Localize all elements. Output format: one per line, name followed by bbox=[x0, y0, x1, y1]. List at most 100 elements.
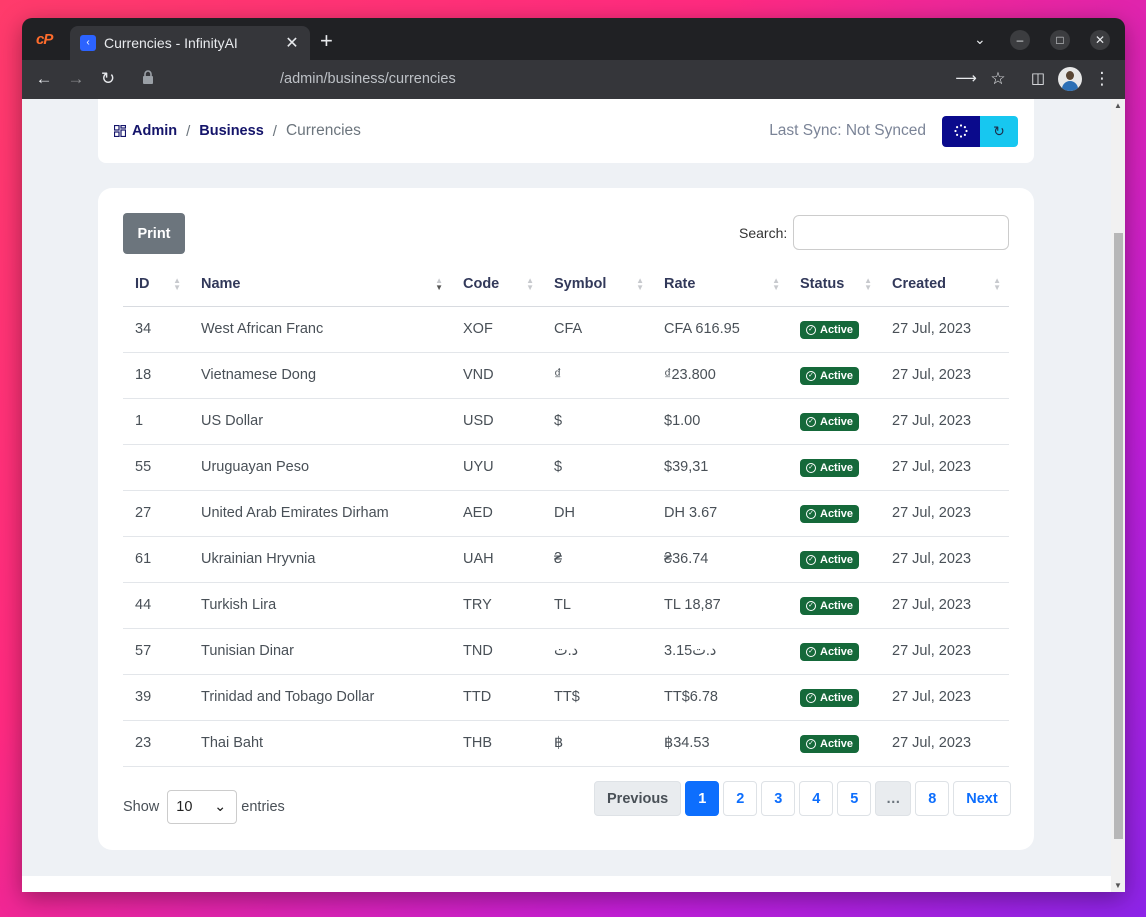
column-header-status[interactable]: Status ▲ ▼ bbox=[788, 263, 880, 307]
column-header-code[interactable]: Code ▲ ▼ bbox=[451, 263, 542, 307]
scroll-up-icon[interactable]: ▲ bbox=[1114, 101, 1122, 110]
status-badge: ✓ Active bbox=[800, 367, 860, 385]
cell-status: ✓ Active bbox=[788, 536, 880, 583]
status-badge: ✓ Active bbox=[800, 735, 860, 753]
cpanel-logo-icon[interactable]: cP bbox=[36, 32, 60, 48]
cell-rate: ฿34.53 bbox=[652, 720, 788, 767]
spinner-icon bbox=[954, 124, 968, 138]
reload-icon[interactable]: ↻ bbox=[97, 69, 119, 89]
cell-created: 27 Jul, 2023 bbox=[880, 306, 1009, 353]
menu-dots-icon[interactable]: ⋮ bbox=[1091, 69, 1113, 89]
new-tab-icon[interactable]: + bbox=[320, 30, 333, 52]
status-text: Active bbox=[820, 600, 854, 612]
maximize-icon[interactable]: □ bbox=[1050, 30, 1070, 50]
share-icon[interactable]: ⟶ bbox=[955, 69, 977, 89]
pagination: Previous 1 2 3 4 5 … 8 Next bbox=[594, 781, 1015, 816]
cell-symbol: ฿ bbox=[542, 720, 652, 767]
address-bar[interactable]: /admin/business/currencies bbox=[280, 71, 456, 87]
column-header-name[interactable]: Name ▲ ▼ bbox=[189, 263, 451, 307]
column-header-rate[interactable]: Rate ▲ ▼ bbox=[652, 263, 788, 307]
cell-status: ✓ Active bbox=[788, 398, 880, 445]
cell-name: Vietnamese Dong bbox=[189, 352, 451, 399]
cell-rate: $39,31 bbox=[652, 444, 788, 491]
cell-name: Tunisian Dinar bbox=[189, 628, 451, 675]
site-favicon-icon: ‹ bbox=[80, 35, 96, 51]
vertical-scrollbar[interactable]: ▲ ▼ bbox=[1111, 99, 1125, 892]
cell-name: Turkish Lira bbox=[189, 582, 451, 629]
scroll-thumb[interactable] bbox=[1114, 233, 1123, 839]
column-header-symbol[interactable]: Symbol ▲ ▼ bbox=[542, 263, 652, 307]
cell-rate: $1.00 bbox=[652, 398, 788, 445]
table-row: 27 United Arab Emirates Dirham AED DH DH 3.6… bbox=[123, 490, 1009, 537]
lock-icon[interactable] bbox=[142, 70, 154, 84]
table-row: 44 Turkish Lira TRY TL TL 18,87 ✓ Active 27 Jul… bbox=[123, 582, 1009, 629]
check-circle-icon: ✓ bbox=[806, 463, 816, 473]
page-length-select[interactable]: 10 ⌄ bbox=[167, 790, 238, 824]
print-button[interactable]: Print bbox=[123, 213, 185, 254]
close-window-icon[interactable]: ✕ bbox=[1090, 30, 1110, 50]
breadcrumb-admin-link[interactable]: Admin bbox=[132, 123, 177, 139]
cell-status: ✓ Active bbox=[788, 306, 880, 353]
sort-icon: ▲ ▼ bbox=[636, 276, 644, 292]
profile-avatar[interactable] bbox=[1058, 67, 1082, 91]
table-row: 23 Thai Baht THB ฿฿34.53 ✓ Active 27 Jul, 2023 bbox=[123, 720, 1009, 767]
sort-icon: ▲ ▼ bbox=[864, 276, 872, 292]
cell-created: 27 Jul, 2023 bbox=[880, 582, 1009, 629]
cell-status: ✓ Active bbox=[788, 582, 880, 629]
pagination-previous[interactable]: Previous bbox=[594, 781, 682, 816]
breadcrumb-business-link[interactable]: Business bbox=[199, 123, 263, 139]
forward-arrow-icon[interactable]: → bbox=[65, 69, 87, 89]
cell-symbol: ₫ bbox=[542, 352, 652, 399]
check-circle-icon: ✓ bbox=[806, 693, 816, 703]
cell-symbol: TT$ bbox=[542, 674, 652, 721]
cell-code: TTD bbox=[451, 674, 542, 721]
pagination-page-2[interactable]: 2 bbox=[723, 781, 758, 816]
sort-icon: ▲ ▼ bbox=[993, 276, 1001, 292]
column-header-label: Rate bbox=[664, 276, 696, 293]
table-row: 1 US Dollar USD $ $1.00 ✓ Active 27 Jul, 2023 bbox=[123, 398, 1009, 445]
cell-id: 23 bbox=[123, 720, 189, 767]
search-input[interactable] bbox=[793, 215, 1009, 250]
status-badge: ✓ Active bbox=[800, 321, 860, 339]
pagination-page-4[interactable]: 4 bbox=[799, 781, 834, 816]
pagination-page-1[interactable]: 1 bbox=[685, 781, 720, 816]
cell-status: ✓ Active bbox=[788, 720, 880, 767]
cell-created: 27 Jul, 2023 bbox=[880, 490, 1009, 537]
column-header-created[interactable]: Created ▲ ▼ bbox=[880, 263, 1009, 307]
cell-rate: DH 3.67 bbox=[652, 490, 788, 537]
tab-title: Currencies - InfinityAI bbox=[104, 35, 238, 51]
sync-refresh-button[interactable]: ↻ bbox=[980, 115, 1018, 147]
table-body: 34 West African Franc XOF CFA CFA 616.95 ✓ Act… bbox=[123, 306, 1009, 767]
cell-symbol: DH bbox=[542, 490, 652, 537]
status-text: Active bbox=[820, 416, 854, 428]
pagination-page-last[interactable]: 8 bbox=[915, 781, 950, 816]
side-panel-icon[interactable]: ◫ bbox=[1027, 69, 1049, 89]
cell-created: 27 Jul, 2023 bbox=[880, 628, 1009, 675]
cell-rate: ₴36.74 bbox=[652, 536, 788, 583]
pagination-page-5[interactable]: 5 bbox=[837, 781, 872, 816]
browser-tab[interactable]: ‹ Currencies - InfinityAI ✕ bbox=[70, 26, 310, 60]
status-text: Active bbox=[820, 462, 854, 474]
cell-status: ✓ Active bbox=[788, 490, 880, 537]
back-arrow-icon[interactable]: ← bbox=[33, 69, 55, 89]
check-circle-icon: ✓ bbox=[806, 371, 816, 381]
pagination-next[interactable]: Next bbox=[953, 781, 1011, 816]
cell-code: UYU bbox=[451, 444, 542, 491]
page-footer bbox=[22, 876, 1111, 892]
page-viewport: Admin / Business / Currencies Last Sync:… bbox=[22, 99, 1125, 892]
column-header-id[interactable]: ID ▲ ▼ bbox=[123, 263, 189, 307]
sync-progress-button[interactable] bbox=[942, 115, 980, 147]
status-text: Active bbox=[820, 692, 854, 704]
table-row: 39 Trinidad and Tobago Dollar TTD TT$ TT$6.7… bbox=[123, 674, 1009, 721]
cell-symbol: TL bbox=[542, 582, 652, 629]
pagination-page-3[interactable]: 3 bbox=[761, 781, 796, 816]
minimize-icon[interactable]: – bbox=[1010, 30, 1030, 50]
check-circle-icon: ✓ bbox=[806, 601, 816, 611]
check-circle-icon: ✓ bbox=[806, 325, 816, 335]
scroll-down-icon[interactable]: ▼ bbox=[1114, 881, 1122, 890]
cell-id: 27 bbox=[123, 490, 189, 537]
sort-icon: ▲ ▼ bbox=[435, 276, 443, 292]
chevron-down-icon[interactable]: ⌄ bbox=[974, 31, 986, 48]
close-tab-icon[interactable]: ✕ bbox=[284, 33, 300, 53]
bookmark-star-icon[interactable]: ☆ bbox=[987, 69, 1009, 89]
